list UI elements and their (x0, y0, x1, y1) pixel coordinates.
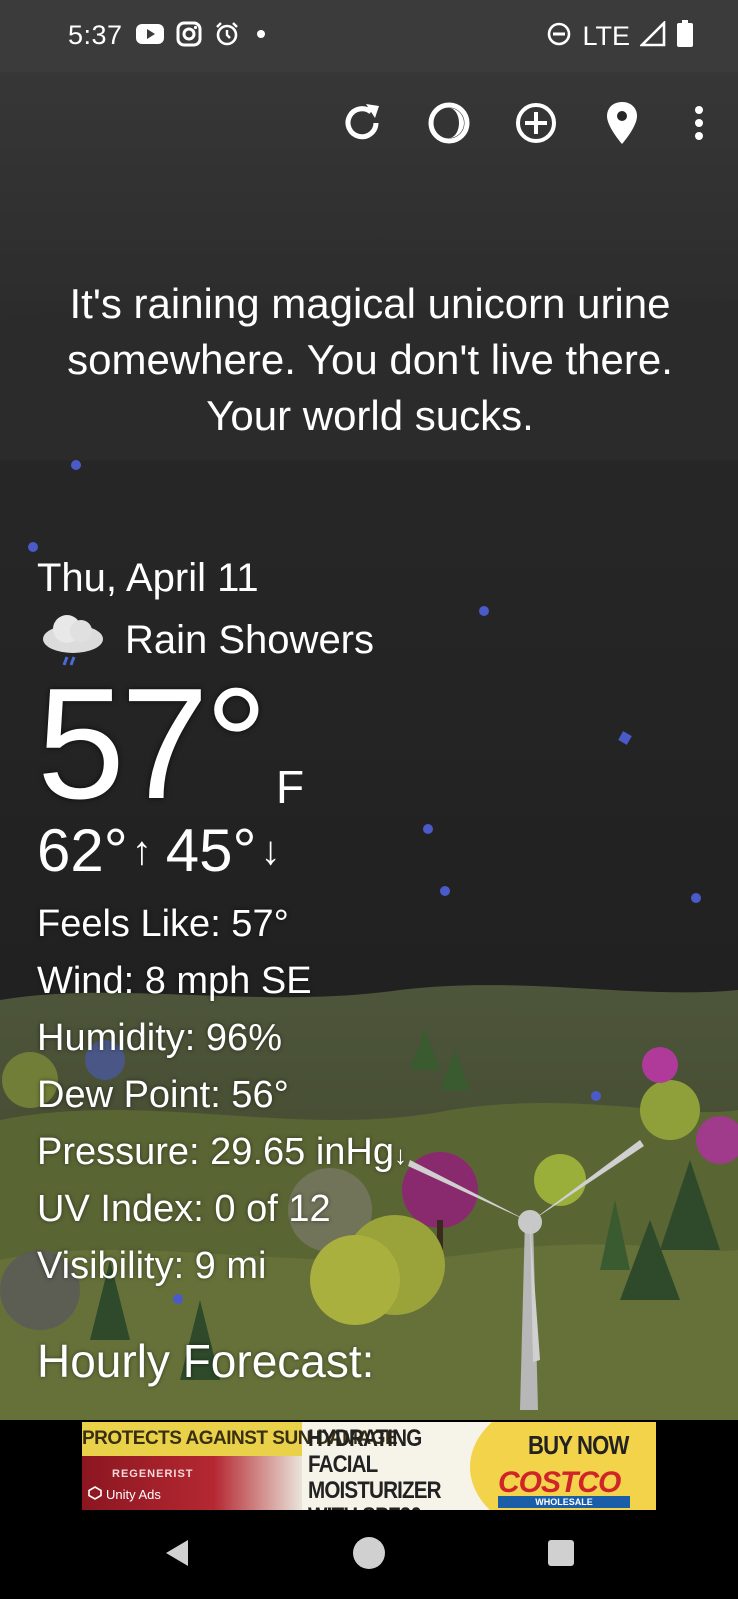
recents-button[interactable] (536, 1530, 586, 1580)
weather-details: Feels Like: 57° Wind: 8 mph SE Humidity:… (37, 896, 407, 1295)
add-location-button[interactable] (511, 100, 561, 150)
unity-ads-label: Unity Ads (106, 1487, 161, 1502)
ad-container: PROTECTS AGAINST SUN DAMAGE REGENERIST U… (0, 1420, 738, 1510)
unity-icon (88, 1486, 102, 1503)
high-low-temperatures: 62° ↑ 45° ↓ (37, 816, 294, 886)
hourly-forecast-title: Hourly Forecast: (37, 1335, 375, 1387)
unity-ads-badge: Unity Ads (88, 1486, 161, 1503)
status-time: 5:37 (68, 20, 123, 50)
do-not-disturb-icon (546, 21, 572, 52)
current-date: Thu, April 11 (37, 556, 259, 600)
ad-buy-now[interactable]: BUY NOW (528, 1430, 629, 1461)
ad-product-name: REGENERIST (112, 1468, 194, 1480)
humidity: Humidity: 96% (37, 1017, 282, 1059)
radar-icon (426, 100, 472, 151)
low-temp: 45° (165, 817, 257, 884)
ad-product-image: PROTECTS AGAINST SUN DAMAGE REGENERIST U… (82, 1422, 398, 1510)
costco-logo: COSTCO (498, 1466, 621, 1499)
dew-point: Dew Point: 56° (37, 1074, 289, 1116)
ad-banner[interactable]: PROTECTS AGAINST SUN DAMAGE REGENERIST U… (82, 1422, 656, 1510)
back-button[interactable] (152, 1530, 202, 1580)
instagram-icon (176, 21, 202, 52)
radar-button[interactable] (424, 100, 474, 150)
home-button[interactable] (344, 1530, 394, 1580)
home-icon (351, 1535, 387, 1576)
navigation-bar (0, 1510, 738, 1599)
recents-icon (546, 1538, 576, 1573)
location-button[interactable] (597, 100, 647, 150)
uv-index: UV Index: 0 of 12 (37, 1188, 331, 1230)
arrow-down-icon: ↓ (260, 829, 281, 873)
ad-top-banner: PROTECTS AGAINST SUN DAMAGE (82, 1422, 398, 1456)
high-temp: 62° (37, 817, 128, 884)
overflow-menu-button[interactable] (674, 100, 724, 150)
location-pin-icon (602, 100, 642, 151)
network-type: LTE (582, 20, 630, 51)
arrow-up-icon: ↑ (131, 829, 152, 873)
visibility: Visibility: 9 mi (37, 1245, 267, 1287)
costco-wholesale-label: WHOLESALE (498, 1496, 630, 1508)
overflow-menu-icon (693, 105, 705, 146)
alarm-icon (214, 21, 240, 52)
falling-arrow-icon: ↓ (393, 1140, 407, 1170)
top-toolbar (0, 100, 738, 150)
refresh-icon (339, 100, 385, 151)
status-bar: 5:37 LTE (0, 0, 738, 72)
back-icon (160, 1536, 194, 1575)
weather-snark-text: It's raining magical unicorn urine somew… (67, 280, 673, 439)
ad-headline: HYDRATING FACIAL MOISTURIZER WITH SPF30 (308, 1425, 442, 1511)
pressure: Pressure: 29.65 inHg (37, 1131, 394, 1173)
battery-icon (676, 19, 694, 53)
current-temperature: 57° (37, 656, 268, 832)
add-location-icon (513, 100, 559, 151)
wind: Wind: 8 mph SE (37, 960, 312, 1002)
refresh-button[interactable] (337, 100, 387, 150)
youtube-icon (136, 23, 164, 50)
pressure-row: Pressure: 29.65 inHg↓ (37, 1124, 407, 1181)
feels-like: Feels Like: 57° (37, 903, 289, 945)
temperature-unit: F (276, 761, 305, 813)
notification-dot-icon (252, 25, 270, 48)
weather-screen: 5:37 LTE It's raining magical unicorn ur… (0, 0, 738, 1599)
signal-icon (638, 19, 666, 52)
